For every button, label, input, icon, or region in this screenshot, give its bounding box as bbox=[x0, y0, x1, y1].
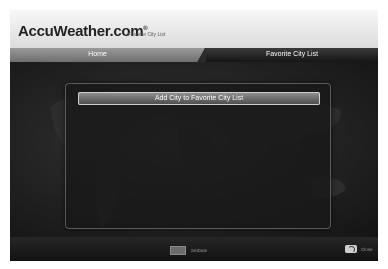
logo-text: AccuWeather.com bbox=[18, 23, 144, 40]
main-content: Add City to Favorite City List bbox=[10, 62, 378, 237]
add-city-button[interactable]: Add City to Favorite City List bbox=[78, 92, 320, 105]
tab-bar: Home Favorite City List bbox=[10, 48, 378, 62]
header-subtitle: Favorite City List bbox=[128, 32, 166, 38]
setdate-hint[interactable]: SetDate bbox=[170, 246, 207, 255]
tab-favorite-city-list-label: Favorite City List bbox=[265, 51, 319, 58]
close-label: Close bbox=[361, 246, 373, 252]
tab-favorite-city-list[interactable]: Favorite City List bbox=[206, 48, 378, 62]
back-icon bbox=[345, 245, 357, 253]
top-bar: AccuWeather.com® Favorite City List bbox=[10, 10, 378, 48]
favorite-city-panel: Add City to Favorite City List bbox=[65, 83, 331, 229]
tab-home[interactable]: Home bbox=[10, 48, 205, 62]
green-button-icon bbox=[170, 246, 186, 255]
close-hint[interactable]: Close bbox=[345, 245, 373, 253]
setdate-label: SetDate bbox=[191, 248, 208, 253]
tab-home-label: Home bbox=[88, 51, 107, 58]
app-screen: AccuWeather.com® Favorite City List Home… bbox=[10, 10, 378, 261]
bottom-bar: SetDate Close bbox=[10, 237, 378, 261]
